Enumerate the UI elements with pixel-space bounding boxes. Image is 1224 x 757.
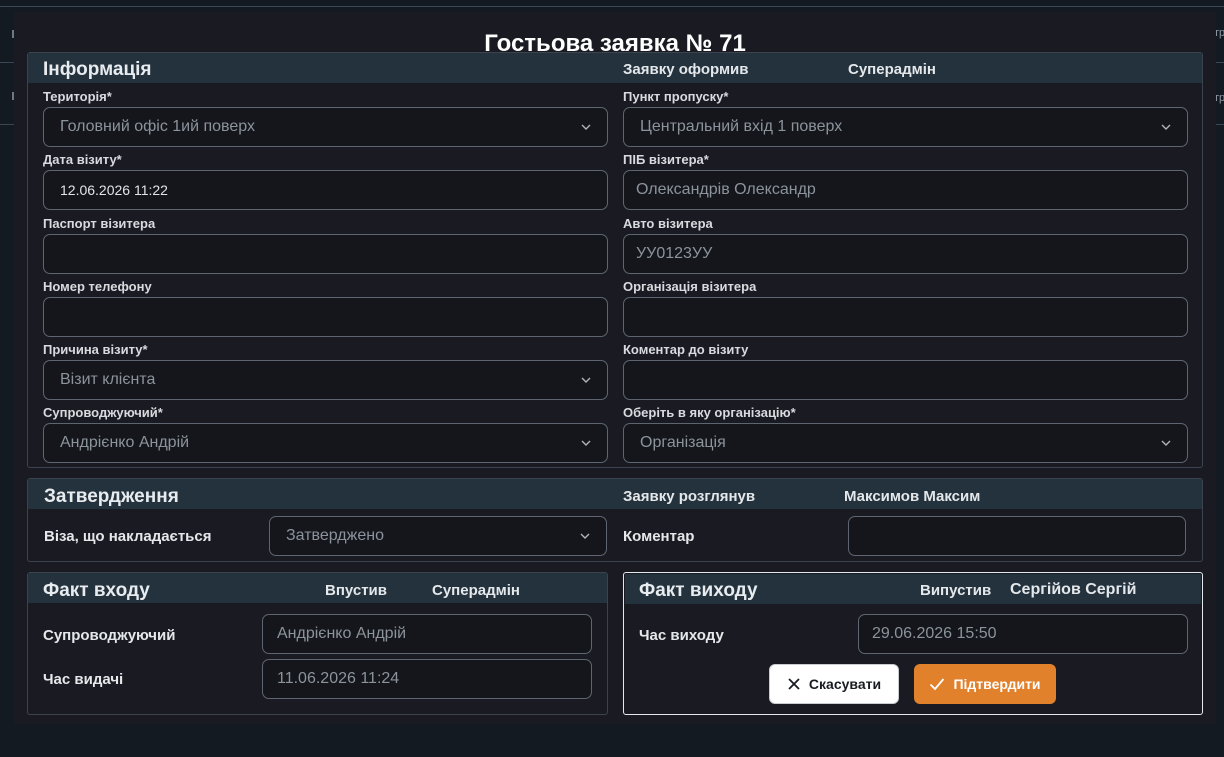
reason-label: Причина візиту*: [43, 342, 148, 357]
check-icon: [930, 678, 945, 691]
exit-time-label: Час виходу: [639, 627, 724, 644]
escort-label: Супроводжуючий*: [43, 405, 163, 420]
visa-value: Затверджено: [286, 527, 384, 544]
territory-label: Територія*: [43, 89, 112, 104]
escort-select[interactable]: Андрієнко Андрій: [43, 423, 608, 463]
entry-section: Факт входу Впустив Супeрадмін Супроводжу…: [27, 572, 608, 715]
target-org-value: Організація: [640, 434, 726, 451]
visitor-name-label: ПІБ візитера*: [623, 152, 709, 167]
chevron-down-icon: [1161, 124, 1171, 130]
chevron-down-icon: [581, 124, 591, 130]
reviewed-by-value: Максимов Максим: [844, 488, 981, 505]
approval-section-title: Затвердження: [44, 486, 179, 507]
target-org-label: Оберіть в яку організацію*: [623, 405, 796, 420]
admitted-by-label: Впустив: [325, 582, 387, 599]
phone-input[interactable]: [43, 297, 608, 337]
confirm-button[interactable]: Підтвердити: [914, 664, 1056, 704]
visitor-name-value: Олександрів Олександр: [636, 181, 816, 198]
target-org-select[interactable]: Організація: [623, 423, 1188, 463]
visa-select[interactable]: Затверджено: [269, 516, 607, 556]
reviewed-by-label: Заявку розглянув: [623, 488, 756, 505]
chevron-down-icon: [581, 440, 591, 446]
reason-value: Візит клієнта: [60, 371, 156, 388]
released-by-value: Сергійов Сергій: [1010, 581, 1137, 598]
issue-time-value: 11.06.2026 11:24: [277, 670, 400, 687]
close-icon: [788, 678, 800, 690]
approval-section: Затвердження Заявку розглянув Максимов М…: [27, 478, 1203, 562]
visitor-org-label: Організація візитера: [623, 279, 757, 294]
exit-time-value: 29.06.2026 15:50: [872, 625, 997, 642]
admitted-by-value: Супeрадмін: [432, 582, 520, 599]
passport-input[interactable]: [43, 234, 608, 274]
guest-request-modal: Гостьова заявка № 71 Інформація Заявку о…: [14, 12, 1216, 724]
entry-escort-value: Андрієнко Андрій: [277, 625, 407, 642]
checkpoint-label: Пункт пропуску*: [623, 89, 729, 104]
cancel-button[interactable]: Скасувати: [769, 664, 899, 704]
entry-escort-label: Супроводжуючий: [43, 627, 176, 644]
chevron-down-icon: [580, 533, 590, 539]
territory-value: Головний офіс 1ий поверх: [60, 118, 255, 135]
created-by-label: Заявку оформив: [623, 61, 749, 78]
approval-comment-input[interactable]: [848, 516, 1186, 556]
territory-select[interactable]: Головний офіс 1ий поверх: [43, 107, 608, 147]
checkpoint-value: Центральний вхід 1 поверх: [640, 118, 843, 135]
background-divider: [0, 6, 1224, 7]
car-value: УУ0123УУ: [636, 245, 713, 262]
exit-section: Факт виходу Випустив Сергійов Сергій Час…: [623, 572, 1203, 715]
car-label: Авто візитера: [623, 216, 713, 231]
visit-date-value: 12.06.2026 11:22: [60, 182, 168, 198]
exit-section-title: Факт виходу: [639, 580, 758, 601]
chevron-down-icon: [1161, 440, 1171, 446]
confirm-button-label: Підтвердити: [953, 676, 1041, 692]
issue-time-label: Час видачі: [43, 671, 124, 688]
escort-value: Андрієнко Андрій: [60, 434, 190, 451]
released-by-label: Випустив: [920, 582, 992, 599]
visa-label: Віза, що накладається: [44, 528, 212, 545]
reason-select[interactable]: Візит клієнта: [43, 360, 608, 400]
entry-escort-input[interactable]: Андрієнко Андрій: [262, 614, 592, 654]
passport-label: Паспорт візитера: [43, 216, 156, 231]
comment-label: Коментар до візиту: [623, 342, 749, 357]
exit-time-input[interactable]: 29.06.2026 15:50: [858, 614, 1188, 654]
approval-section-header: [28, 479, 1202, 509]
visit-date-input[interactable]: 12.06.2026 11:22: [43, 170, 608, 210]
issue-time-input[interactable]: 11.06.2026 11:24: [262, 659, 592, 699]
visitor-name-input[interactable]: Олександрів Олександр: [623, 170, 1188, 210]
visitor-org-input[interactable]: [623, 297, 1188, 337]
cancel-button-label: Скасувати: [808, 676, 882, 692]
comment-input[interactable]: [623, 360, 1188, 400]
created-by-value: Супeрадмін: [848, 61, 936, 78]
visit-date-label: Дата візиту*: [43, 152, 122, 167]
phone-label: Номер телефону: [43, 279, 152, 294]
entry-section-title: Факт входу: [43, 580, 150, 601]
info-section-header: [28, 53, 1202, 83]
info-section-title: Інформація: [43, 59, 152, 80]
checkpoint-select[interactable]: Центральний вхід 1 поверх: [623, 107, 1188, 147]
chevron-down-icon: [581, 377, 591, 383]
approval-comment-label: Коментар: [623, 528, 695, 545]
car-input[interactable]: УУ0123УУ: [623, 234, 1188, 274]
info-section: Інформація Заявку оформив Супeрадмін Тер…: [27, 52, 1203, 468]
